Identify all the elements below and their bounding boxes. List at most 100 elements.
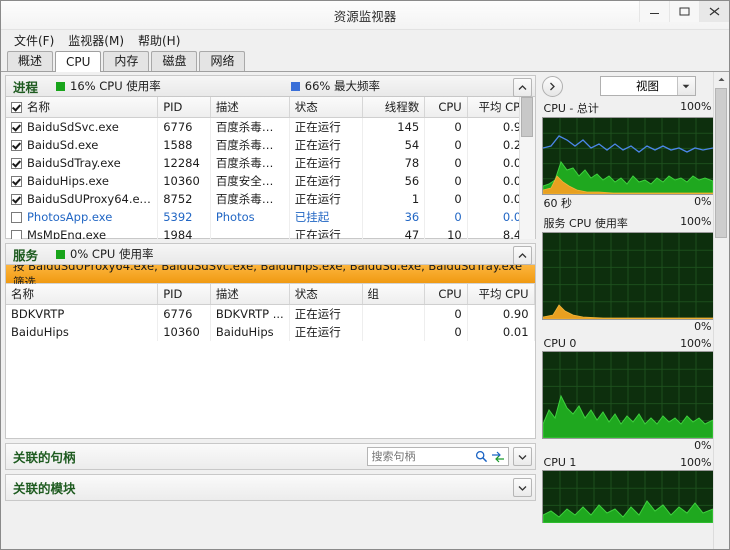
table-row[interactable]: BaiduHips.exe 10360 百度安全程序 正在运行 56 0 0.01: [6, 172, 535, 190]
graph-min: 0%: [694, 195, 712, 208]
col-status[interactable]: 状态: [289, 284, 363, 305]
table-row[interactable]: PhotosApp.exe 5392 Photos 已挂起 36 0 0.00: [6, 208, 535, 226]
cell-avgcpu: 0.90: [467, 304, 535, 323]
col-cpu[interactable]: CPU: [424, 284, 468, 305]
cell-avgcpu: 0.01: [467, 323, 535, 341]
table-row[interactable]: BaiduSdUProxy64.exe 8752 百度杀毒代... 正在运行 1 0 0.0…: [6, 190, 535, 208]
col-cpu[interactable]: CPU: [424, 97, 468, 118]
modules-expand-button[interactable]: [512, 478, 532, 497]
processes-panel: 进程 16% CPU 使用率 66% 最大频率 名称 PID 描述 状态 线程数…: [5, 75, 536, 239]
col-pid[interactable]: PID: [157, 97, 211, 118]
tab-disk[interactable]: 磁盘: [151, 51, 198, 71]
graph-cpu-0-box: [541, 351, 714, 439]
maximize-button[interactable]: [669, 1, 699, 22]
graph-cpu-1: CPU 1 100%: [541, 456, 714, 523]
tab-memory[interactable]: 内存: [103, 51, 150, 71]
cell-name: BaiduSd.exe: [6, 136, 159, 154]
col-status[interactable]: 状态: [289, 97, 363, 118]
cell-threads: 56: [362, 172, 426, 190]
scroll-thumb[interactable]: [520, 97, 533, 137]
minimize-button[interactable]: [639, 1, 669, 22]
row-checkbox[interactable]: [11, 230, 22, 239]
close-button[interactable]: [699, 1, 729, 22]
graph-cpu-0-labels: CPU 0 100%: [542, 337, 714, 351]
row-checkbox[interactable]: [11, 158, 22, 169]
modules-title: 关联的模块: [13, 481, 76, 496]
graph-max: 100%: [680, 215, 712, 228]
modules-header[interactable]: 关联的模块: [6, 475, 535, 500]
services-header-row: 名称 PID 描述 状态 组 CPU 平均 CPU: [6, 284, 535, 305]
table-row[interactable]: BaiduSd.exe 1588 百度杀毒主... 正在运行 54 0 0.27: [6, 136, 535, 154]
resource-monitor-window: 资源监视器 文件(F) 监视器(M) 帮助(H) 概述 CPU 内存 磁盘 网络: [0, 0, 730, 550]
table-row[interactable]: MsMpEng.exe 1984 正在运行 47 10 8.47: [6, 226, 535, 239]
table-row[interactable]: BaiduSdTray.exe 12284 百度杀毒托... 正在运行 78 0 0.03: [6, 154, 535, 172]
processes-header[interactable]: 进程 16% CPU 使用率 66% 最大频率: [6, 76, 535, 97]
cell-threads: 78: [362, 154, 426, 172]
handles-title: 关联的句柄: [13, 450, 76, 465]
cell-name: BaiduSdSvc.exe: [6, 117, 159, 136]
graph-time-range: 60 秒: [543, 197, 573, 210]
view-dropdown[interactable]: 视图: [599, 76, 696, 96]
window-controls: [639, 1, 729, 29]
cell-status: 正在运行: [289, 154, 363, 172]
cell-name: MsMpEng.exe: [6, 226, 159, 239]
table-row[interactable]: BaiduSdSvc.exe 6776 百度杀毒服... 正在运行 145 0 0.90: [6, 117, 535, 136]
graph-cpu-total: CPU - 总计 100% 60 秒 0%: [541, 100, 714, 211]
handles-header[interactable]: 关联的句柄: [6, 444, 535, 469]
table-row[interactable]: BDKVRTP 6776 BDKVRTP ... 正在运行 0 0.90: [6, 304, 535, 323]
cell-pid: 6776: [157, 304, 211, 323]
col-desc[interactable]: 描述: [210, 284, 290, 305]
processes-scrollbar[interactable]: [518, 97, 535, 239]
row-checkbox[interactable]: [11, 176, 22, 187]
row-checkbox[interactable]: [11, 194, 22, 205]
services-header[interactable]: 服务 0% CPU 使用率: [6, 244, 535, 265]
cell-desc: 百度杀毒服...: [210, 117, 290, 136]
graph-cpu-total-box: [541, 117, 714, 195]
processes-collapse-button[interactable]: [512, 78, 532, 97]
menu-file[interactable]: 文件(F): [7, 30, 61, 51]
menu-monitor[interactable]: 监视器(M): [61, 30, 131, 51]
tab-network[interactable]: 网络: [199, 51, 246, 71]
scroll-up-button[interactable]: [714, 72, 729, 87]
monitor-scrollbar[interactable]: [713, 72, 729, 549]
monitor-toolbar: 视图: [541, 75, 714, 97]
table-row[interactable]: BaiduHips 10360 BaiduHips 正在运行 0 0.01: [6, 323, 535, 341]
search-input[interactable]: [367, 449, 474, 464]
col-threads[interactable]: 线程数: [362, 97, 426, 118]
processes-table: 名称 PID 描述 状态 线程数 CPU 平均 CPU BaiduSdSvc.e…: [6, 97, 535, 239]
refresh-icon[interactable]: [490, 448, 506, 465]
col-pid[interactable]: PID: [157, 284, 211, 305]
search-icon[interactable]: [474, 448, 490, 465]
handles-expand-button[interactable]: [512, 447, 532, 466]
cell-threads: 145: [362, 117, 426, 136]
cell-status: 正在运行: [289, 323, 363, 341]
col-name[interactable]: 名称: [6, 97, 159, 118]
processes-body: BaiduSdSvc.exe 6776 百度杀毒服... 正在运行 145 0 0.90 B…: [6, 117, 535, 239]
cell-name: BaiduHips.exe: [6, 172, 159, 190]
services-collapse-button[interactable]: [512, 246, 532, 265]
graph-title: CPU - 总计: [543, 102, 599, 115]
cell-desc: [210, 226, 290, 239]
row-checkbox[interactable]: [11, 122, 22, 133]
cell-group: [362, 323, 426, 341]
cell-desc: 百度杀毒代...: [210, 190, 290, 208]
row-checkbox[interactable]: [11, 140, 22, 151]
col-name[interactable]: 名称: [6, 284, 159, 305]
select-all-checkbox[interactable]: [11, 102, 22, 113]
cell-desc: BDKVRTP ...: [210, 304, 290, 323]
cell-cpu: 0: [424, 323, 468, 341]
menu-help[interactable]: 帮助(H): [131, 30, 187, 51]
graph-title: 服务 CPU 使用率: [543, 217, 628, 230]
cell-cpu: 0: [424, 117, 468, 136]
tab-cpu[interactable]: CPU: [55, 51, 102, 72]
scroll-thumb[interactable]: [715, 88, 727, 238]
col-desc[interactable]: 描述: [210, 97, 290, 118]
handles-search[interactable]: [366, 447, 509, 466]
graph-max: 100%: [680, 100, 712, 113]
tab-overview[interactable]: 概述: [7, 51, 54, 71]
row-checkbox[interactable]: [11, 212, 22, 223]
collapse-pane-button[interactable]: [541, 75, 563, 97]
col-group[interactable]: 组: [362, 284, 426, 305]
chevron-down-icon[interactable]: [676, 77, 695, 95]
col-avgcpu[interactable]: 平均 CPU: [467, 284, 535, 305]
